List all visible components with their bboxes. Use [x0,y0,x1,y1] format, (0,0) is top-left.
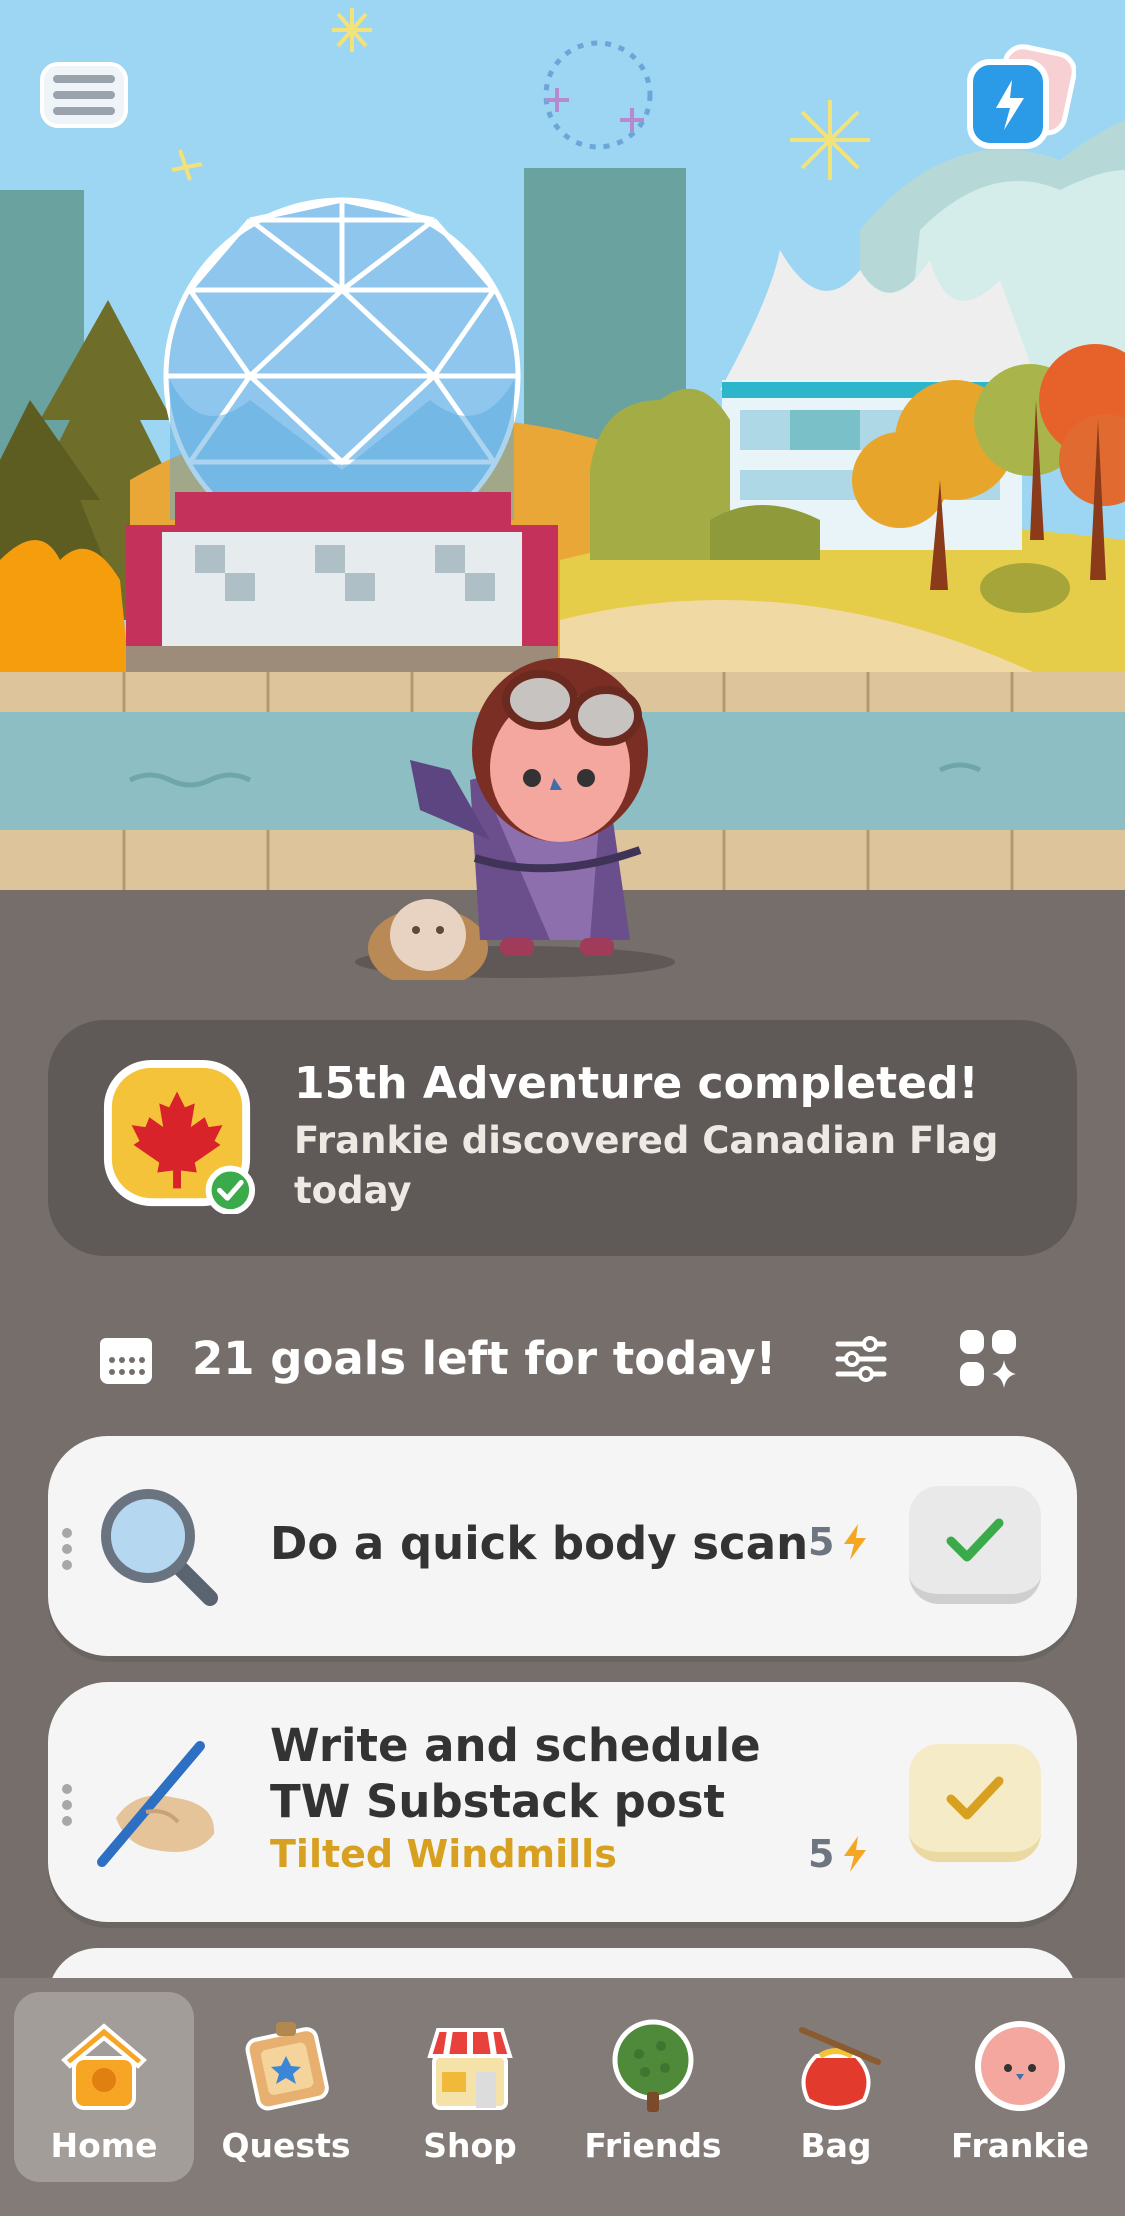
lightning-icon [844,1836,867,1872]
nav-quests[interactable]: Quests [196,1992,376,2182]
add-widget-icon[interactable] [958,1328,1018,1388]
goal-card[interactable]: Write and schedule TW Substack post Tilt… [48,1682,1077,1922]
goal-title: Do a quick body scan [270,1517,809,1570]
goal-points: 5 [808,1832,870,1876]
goal-card[interactable]: Do a quick body scan 5 [48,1436,1077,1656]
nav-label: Quests [221,2126,351,2165]
complete-goal-button[interactable] [909,1486,1041,1604]
lightning-icon [844,1524,867,1560]
canadian-flag-badge-icon [103,1059,256,1214]
tree-icon [612,2019,694,2112]
nav-friends[interactable]: Friends [563,1992,743,2182]
nav-bag[interactable]: Bag [746,1992,926,2182]
goal-title: Write and schedule TW Substack post [270,1719,761,1828]
nav-label: Shop [423,2126,517,2165]
nav-shop[interactable]: Shop [380,1992,560,2182]
goal-project-tag: Tilted Windmills [270,1832,617,1876]
nav-label: Bag [800,2126,872,2165]
menu-icon-bar [53,107,115,115]
goal-points: 5 [808,1520,870,1564]
birdhouse-icon [61,2023,147,2110]
check-icon [946,1518,1004,1562]
nav-frankie[interactable]: Frankie [930,1992,1110,2182]
menu-icon-bar [53,75,115,83]
nav-label: Friends [584,2126,722,2165]
magnifier-icon [101,1489,218,1606]
pet-face-icon [975,2021,1065,2111]
goals-header: 21 goals left for today! [0,1320,1125,1400]
nav-home[interactable]: Home [14,1992,194,2182]
nav-label: Home [50,2126,158,2165]
drag-handle-icon[interactable] [62,1784,72,1826]
nav-label: Frankie [950,2126,1090,2165]
map-icon [245,2022,329,2111]
bag-icon [799,2027,881,2110]
check-icon [946,1776,1004,1820]
adventure-subtitle: Frankie discovered Canadian Flag today [294,1119,999,1212]
pet-character[interactable] [340,650,720,980]
adventure-title: 15th Adventure completed! [294,1058,979,1109]
menu-icon-bar [53,91,115,99]
writing-hand-icon [97,1741,215,1867]
filter-sliders-icon[interactable] [834,1334,888,1384]
calendar-icon[interactable] [98,1332,154,1386]
energy-button[interactable] [966,44,1076,154]
complete-goal-button[interactable] [909,1744,1041,1862]
drag-handle-icon[interactable] [62,1528,72,1570]
menu-button[interactable] [40,62,128,128]
goals-left-text: 21 goals left for today! [192,1332,777,1385]
adventure-card[interactable]: 15th Adventure completed! Frankie discov… [48,1020,1077,1256]
bottom-nav: Home Quests Shop Friends Bag Frankie [0,1978,1125,2216]
shop-icon [427,2028,513,2110]
